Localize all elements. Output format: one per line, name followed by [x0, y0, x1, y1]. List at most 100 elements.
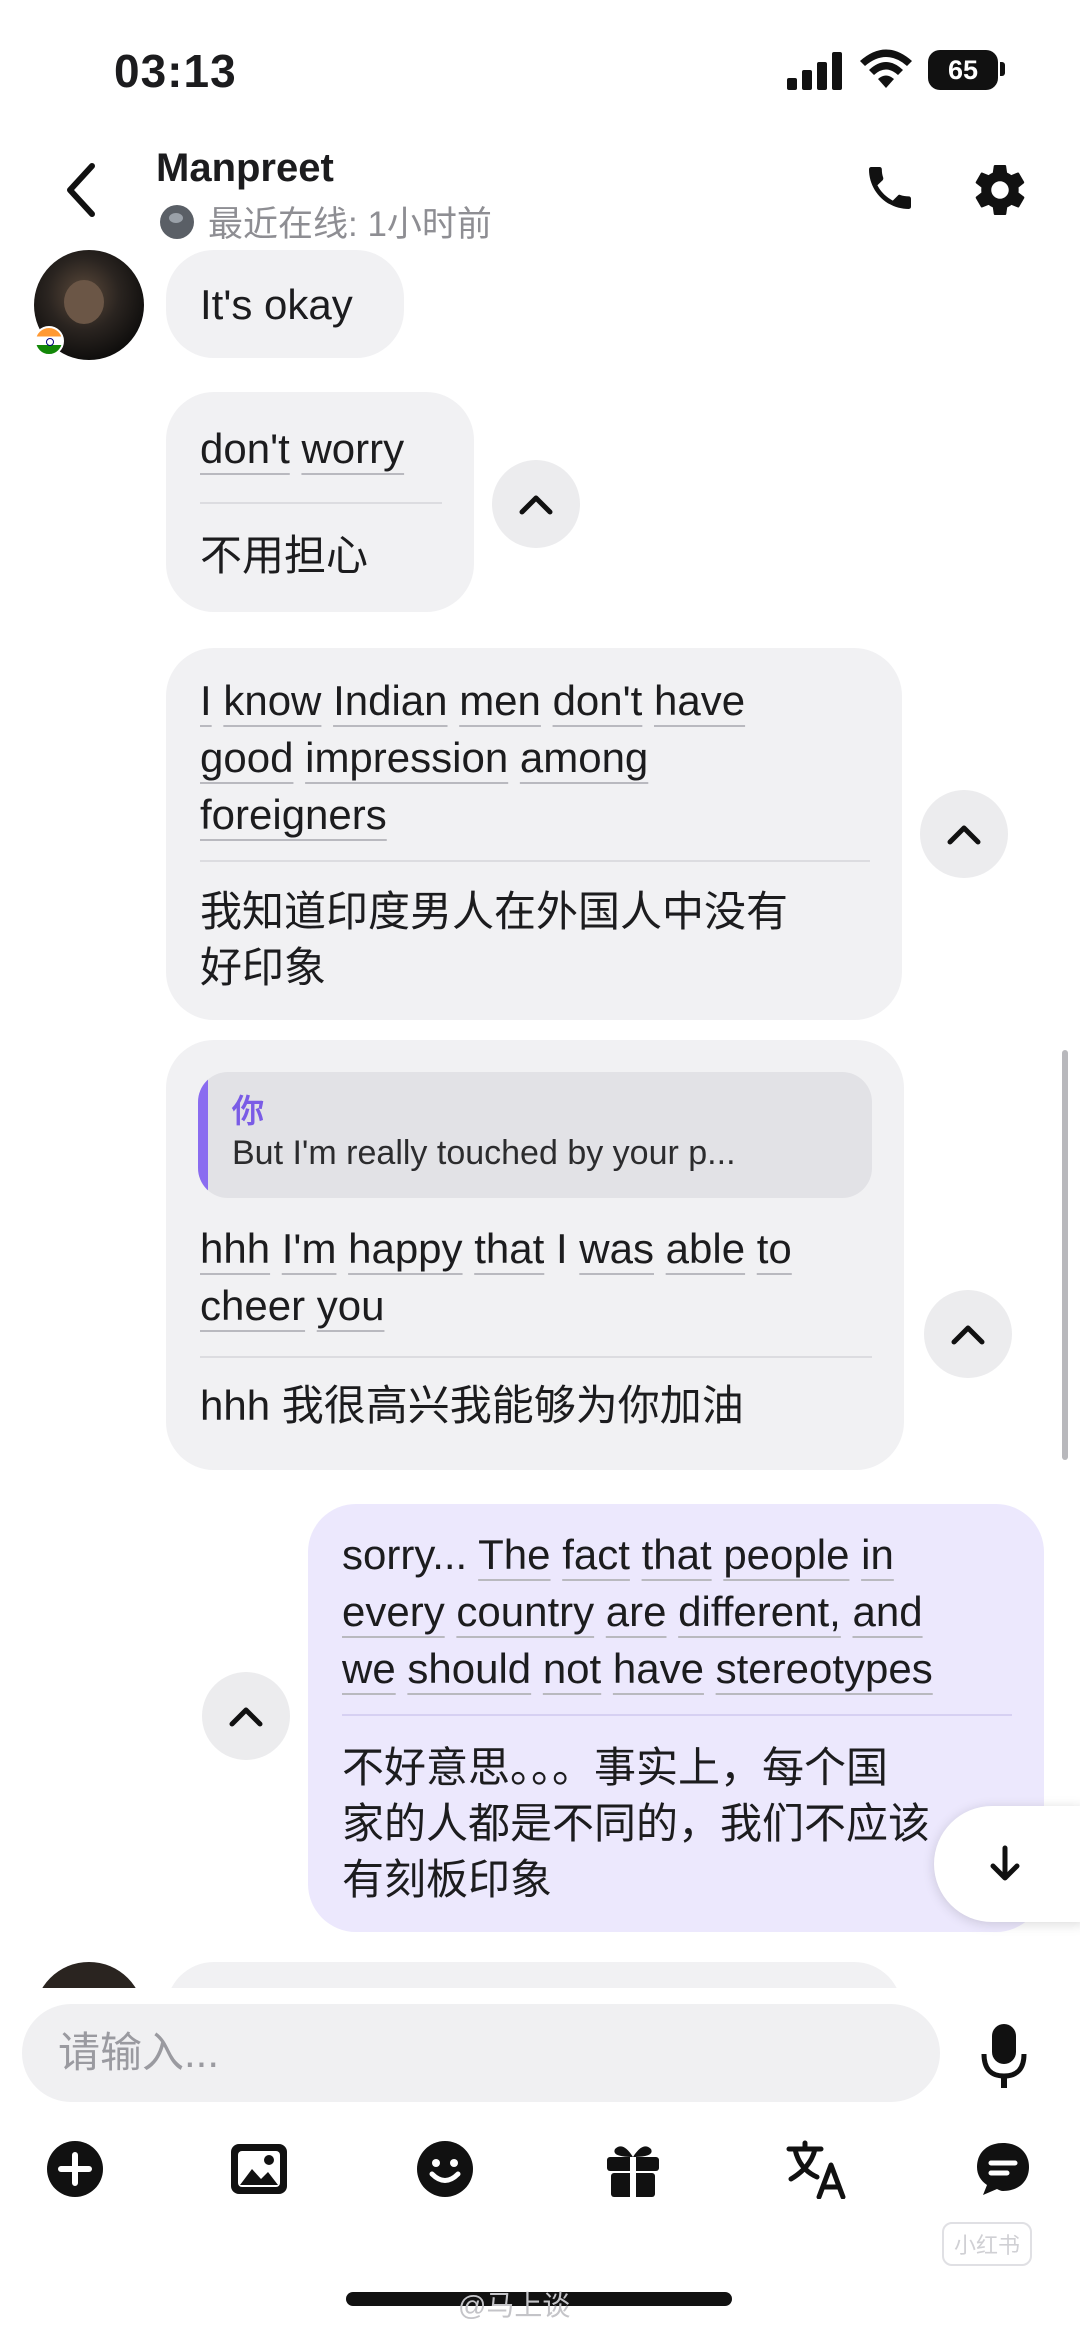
quoted-message[interactable]: 你 But I'm really touched by your p... — [198, 1072, 872, 1198]
arrow-down-icon — [990, 1845, 1020, 1881]
divider — [200, 1356, 872, 1358]
chevron-up-icon — [519, 495, 553, 515]
word[interactable]: among — [520, 734, 648, 781]
word[interactable]: to — [757, 1225, 792, 1272]
microphone-icon[interactable] — [978, 2022, 1030, 2092]
quote-author: 你 — [232, 1093, 265, 1129]
collapse-translation-button[interactable] — [492, 460, 580, 548]
word[interactable]: sorry... — [342, 1531, 467, 1578]
quote-bar — [198, 1072, 208, 1198]
text-line: we should not have stereotypes — [342, 1640, 933, 1697]
translation-text: 不好意思。。。事实上，每个国 家的人都是不同的，我们不应该 有刻板印象 — [342, 1740, 930, 1908]
word[interactable]: stereotypes — [716, 1645, 933, 1692]
scrollbar[interactable] — [1062, 1050, 1068, 1460]
scroll-to-bottom-button[interactable] — [934, 1806, 1080, 1922]
translation-line: 好印象 — [200, 944, 327, 991]
battery-tip — [1000, 62, 1005, 76]
text-line: hhh I'm happy that I was able to — [200, 1220, 792, 1277]
cellular-signal-icon — [787, 52, 843, 90]
word[interactable]: hhh — [200, 1225, 270, 1272]
collapse-translation-button[interactable] — [920, 790, 1008, 878]
word[interactable]: that — [474, 1225, 544, 1272]
gift-button[interactable] — [598, 2134, 668, 2204]
word[interactable]: happy — [348, 1225, 462, 1272]
word[interactable]: I'm — [282, 1225, 337, 1272]
last-seen-text: 最近在线: 1小时前 — [208, 205, 492, 244]
word[interactable]: good — [200, 734, 293, 781]
word[interactable]: are — [606, 1588, 667, 1635]
back-button[interactable] — [50, 158, 110, 222]
battery-level: 65 — [928, 50, 998, 90]
message-text: It's okay — [200, 281, 353, 328]
photo-button[interactable] — [224, 2134, 294, 2204]
collapse-translation-button[interactable] — [924, 1290, 1012, 1378]
add-icon — [47, 2141, 103, 2197]
message-bubble[interactable]: don't worry 不用担心 — [166, 392, 474, 612]
translation-line: hhh 我很高兴我能够为你加油 — [200, 1382, 744, 1429]
message-text: hhh I'm happy that I was able to cheer y… — [200, 1220, 792, 1334]
word[interactable]: foreigners — [200, 791, 387, 838]
message-input[interactable] — [22, 2004, 940, 2102]
quote-text: But I'm really touched by your p... — [232, 1134, 736, 1172]
word[interactable]: we — [342, 1645, 396, 1692]
word[interactable]: every — [342, 1588, 445, 1635]
word[interactable]: country — [456, 1588, 594, 1635]
word[interactable]: men — [459, 677, 541, 724]
chat-bubble-icon — [977, 2143, 1029, 2195]
gear-icon[interactable] — [970, 160, 1030, 220]
word[interactable]: fact — [562, 1531, 630, 1578]
word[interactable]: that — [642, 1531, 712, 1578]
word[interactable]: have — [654, 677, 745, 724]
chevron-up-icon — [947, 825, 981, 845]
word[interactable]: worry — [301, 425, 404, 472]
translation-line: 我知道印度男人在外国人中没有 — [200, 888, 789, 935]
message-bubble[interactable]: I know Indian men don't have good impres… — [166, 648, 902, 1020]
message-bubble[interactable]: It's okay — [166, 250, 404, 358]
word[interactable]: cheer — [200, 1282, 305, 1329]
word[interactable]: in — [861, 1531, 894, 1578]
word[interactable]: not — [543, 1645, 601, 1692]
word[interactable]: I — [200, 677, 212, 724]
word[interactable]: able — [666, 1225, 745, 1272]
message-bubble[interactable]: 你 But I'm really touched by your p... hh… — [166, 1040, 904, 1470]
translation-line: 家的人都是不同的，我们不应该 — [342, 1800, 931, 1847]
chevron-left-icon — [67, 163, 95, 217]
word[interactable]: I — [556, 1225, 568, 1272]
emoji-button[interactable] — [410, 2134, 480, 2204]
word[interactable]: Indian — [333, 677, 447, 724]
india-flag-icon — [34, 326, 64, 356]
word[interactable]: was — [579, 1225, 654, 1272]
word[interactable]: you — [317, 1282, 385, 1329]
contact-name[interactable]: Manpreet — [156, 146, 334, 191]
message-text: sorry... The fact that people in every c… — [342, 1526, 933, 1697]
word[interactable]: The — [478, 1531, 550, 1578]
word[interactable]: different, — [678, 1588, 841, 1635]
translate-button[interactable] — [782, 2134, 852, 2204]
divider — [200, 860, 870, 862]
word[interactable]: don't — [200, 425, 290, 472]
emoji-icon — [417, 2141, 473, 2197]
word[interactable]: and — [853, 1588, 923, 1635]
text-line: good impression among — [200, 729, 745, 786]
message-text: I know Indian men don't have good impres… — [200, 672, 745, 843]
word[interactable]: impression — [305, 734, 508, 781]
word[interactable]: people — [723, 1531, 849, 1578]
word[interactable]: don't — [553, 677, 643, 724]
text-line: cheer you — [200, 1277, 792, 1334]
text-line: I know Indian men don't have — [200, 672, 745, 729]
collapse-translation-button[interactable] — [202, 1672, 290, 1760]
online-status: 最近在线: 1小时前 — [160, 196, 492, 247]
translation-text: 我知道印度男人在外国人中没有 好印象 — [200, 884, 788, 996]
add-button[interactable] — [40, 2134, 110, 2204]
word[interactable]: know — [223, 677, 321, 724]
phone-icon[interactable] — [862, 160, 918, 216]
watermark: 小红书 — [942, 2222, 1033, 2266]
word[interactable]: have — [613, 1645, 704, 1692]
avatar-face — [64, 280, 104, 324]
chat-button[interactable] — [968, 2134, 1038, 2204]
status-time: 03:13 — [114, 45, 237, 97]
word[interactable]: should — [407, 1645, 531, 1692]
divider — [342, 1714, 1012, 1716]
status-avatar-icon — [160, 204, 194, 239]
photo-icon — [231, 2144, 287, 2194]
